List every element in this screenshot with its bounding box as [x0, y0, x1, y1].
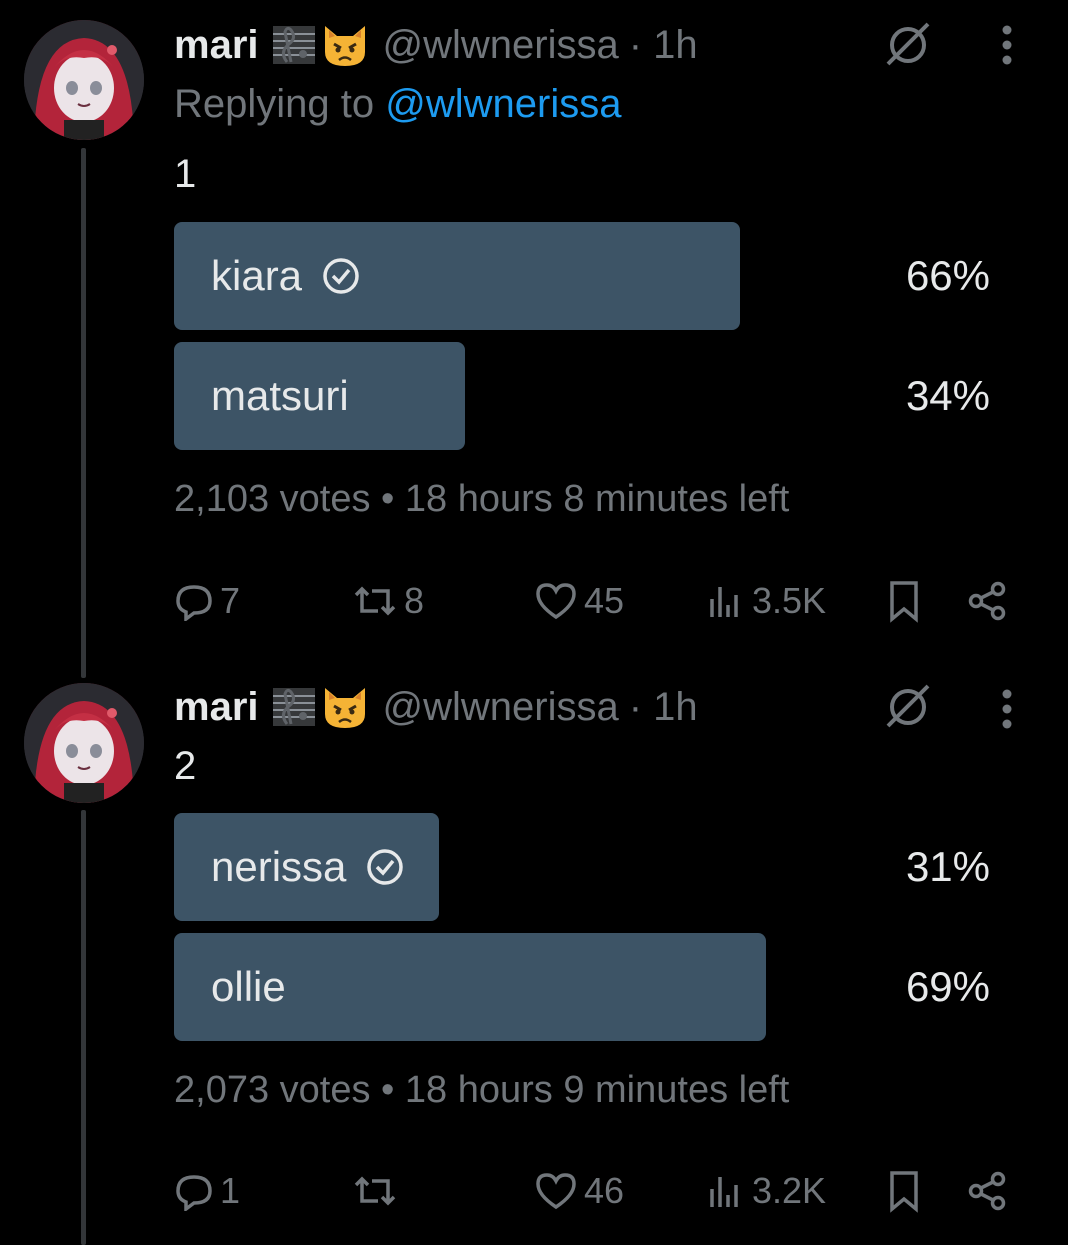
poll-option-percent: 31% — [905, 843, 990, 890]
reply-count: 7 — [220, 580, 241, 621]
heart-icon — [536, 1173, 576, 1210]
grok-icon[interactable] — [880, 16, 936, 72]
views-count: 3.5K — [752, 580, 827, 621]
poll-option-percent: 66% — [905, 252, 990, 299]
grok-icon[interactable] — [880, 678, 936, 734]
share-icon — [968, 581, 1006, 621]
repost-icon — [354, 1176, 396, 1206]
repost-count: 8 — [404, 580, 425, 621]
poll-option-percent: 34% — [905, 372, 990, 419]
replying-to: Replying to @wlwnerissa — [174, 82, 621, 127]
poll-option-label-wrap: matsuri — [211, 342, 349, 450]
replying-to-label: Replying to — [174, 82, 386, 126]
share-icon — [968, 1171, 1006, 1211]
poll-option-label-wrap: kiara — [211, 222, 360, 330]
poll-option-label: matsuri — [211, 372, 349, 419]
timestamp[interactable]: · 1h — [629, 23, 698, 68]
poll-option[interactable]: kiara 66% — [174, 222, 990, 330]
views-icon — [710, 587, 738, 617]
like-count: 45 — [584, 580, 625, 621]
reply-count: 1 — [220, 1170, 241, 1211]
heart-icon — [536, 583, 576, 620]
pouting-cat-icon — [324, 26, 365, 66]
tweet-actions: 7 8 45 3.5K — [174, 576, 1014, 626]
handle[interactable]: @wlwnerissa — [383, 685, 619, 730]
poll-option-label-wrap: nerissa — [211, 813, 404, 921]
thread-line — [81, 148, 86, 678]
poll-option[interactable]: ollie 69% — [174, 933, 990, 1041]
repost-button[interactable]: 8 — [352, 576, 424, 626]
name-emojis — [271, 22, 369, 68]
repost-icon — [354, 586, 396, 616]
reply-icon — [176, 1175, 212, 1211]
bookmark-button[interactable] — [884, 576, 924, 626]
share-button[interactable] — [966, 576, 1008, 626]
views-button[interactable]: 3.5K — [706, 576, 826, 626]
bookmark-button[interactable] — [884, 1166, 924, 1216]
bookmark-icon — [890, 581, 918, 623]
poll-option-percent: 69% — [905, 963, 990, 1010]
like-count: 46 — [584, 1170, 625, 1211]
tweet-header: mari @wlwnerissa · 1h — [174, 682, 698, 732]
poll-option-label: nerissa — [211, 843, 347, 890]
avatar[interactable] — [24, 20, 144, 140]
poll-option[interactable]: matsuri 34% — [174, 342, 990, 450]
check-circle-icon — [367, 849, 404, 885]
views-button[interactable]: 3.2K — [706, 1166, 826, 1216]
like-button[interactable]: 45 — [534, 576, 624, 626]
poll-option-label: ollie — [211, 963, 286, 1010]
like-button[interactable]: 46 — [534, 1166, 624, 1216]
tweet-actions: 1 46 3.2K — [174, 1166, 1014, 1216]
thread-line — [81, 810, 86, 1245]
bookmark-icon — [890, 1171, 918, 1213]
tweet-header: mari @wlwnerissa · 1h — [174, 20, 698, 70]
reply-icon — [176, 585, 212, 621]
poll-meta: 2,103 votes • 18 hours 8 minutes left — [174, 478, 790, 520]
poll-option-label-wrap: ollie — [211, 933, 286, 1041]
more-options-icon[interactable] — [992, 20, 1022, 70]
handle[interactable]: @wlwnerissa — [383, 23, 619, 68]
name-emojis — [271, 684, 369, 730]
tweet-text: 1 — [174, 152, 197, 196]
musical-score-icon — [272, 26, 315, 64]
views-icon — [710, 1177, 738, 1207]
reply-button[interactable]: 1 — [174, 1166, 240, 1216]
poll-option[interactable]: nerissa 31% — [174, 813, 990, 921]
display-name[interactable]: mari — [174, 23, 259, 68]
share-button[interactable] — [966, 1166, 1008, 1216]
replying-to-link[interactable]: @wlwnerissa — [385, 82, 621, 126]
timestamp[interactable]: · 1h — [629, 685, 698, 730]
more-options-icon[interactable] — [992, 684, 1022, 734]
tweet-text: 2 — [174, 744, 197, 788]
poll-meta: 2,073 votes • 18 hours 9 minutes left — [174, 1069, 790, 1111]
check-circle-icon — [323, 258, 359, 294]
avatar[interactable] — [24, 683, 144, 803]
poll-option-label: kiara — [211, 252, 303, 299]
musical-score-icon — [272, 688, 315, 726]
views-count: 3.2K — [752, 1170, 827, 1211]
repost-button[interactable] — [352, 1166, 404, 1216]
display-name[interactable]: mari — [174, 685, 259, 730]
pouting-cat-icon — [324, 688, 365, 728]
reply-button[interactable]: 7 — [174, 576, 240, 626]
